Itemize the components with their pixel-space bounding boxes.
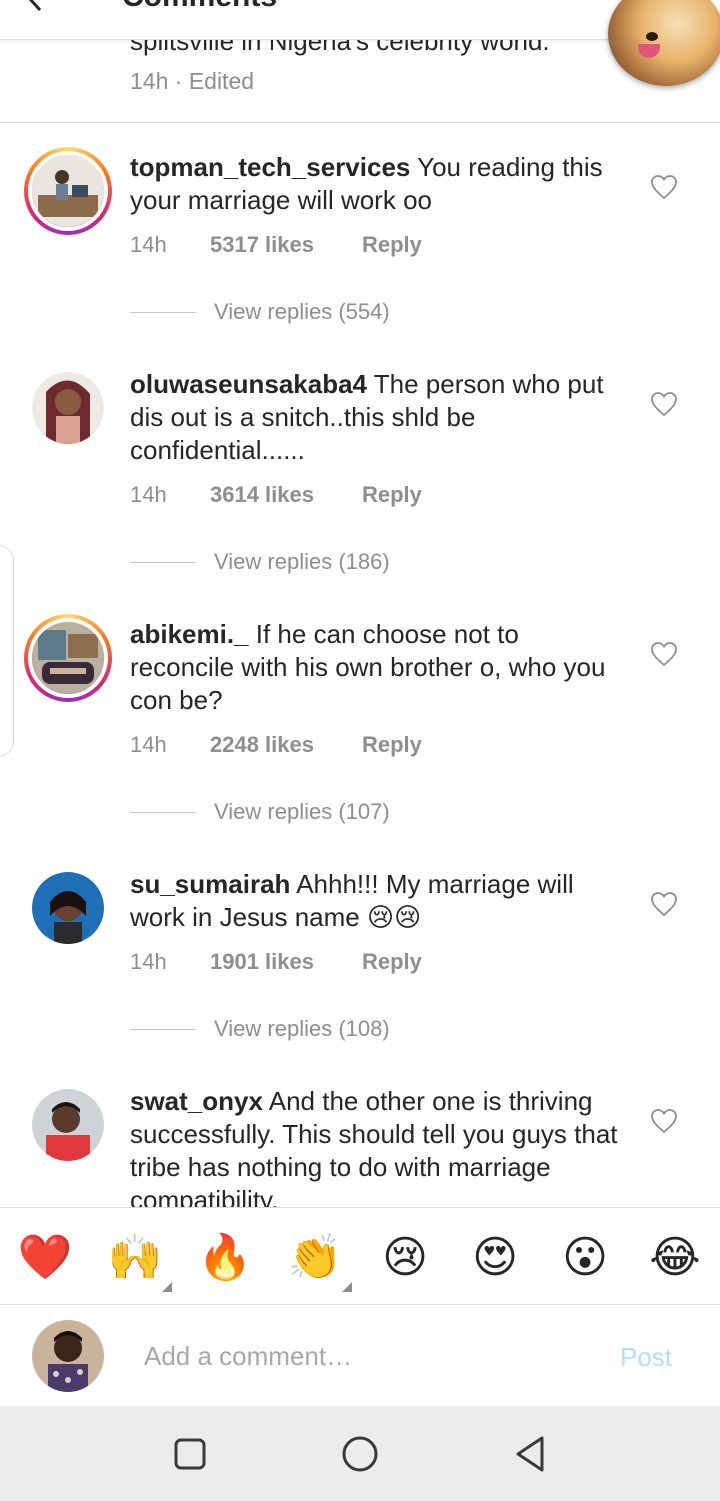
skin-tone-indicator	[162, 1282, 172, 1292]
view-replies-label[interactable]: View replies (107)	[214, 799, 390, 825]
reply-button[interactable]: Reply	[362, 949, 422, 975]
view-replies[interactable]: View replies (107)	[130, 799, 390, 825]
view-replies-label[interactable]: View replies (186)	[214, 549, 390, 575]
replies-divider	[130, 1028, 196, 1030]
comment-text: su_sumairah Ahhh!!! My marriage will wor…	[130, 868, 620, 934]
view-replies[interactable]: View replies (108)	[130, 1016, 390, 1042]
post-author-avatar[interactable]	[608, 0, 720, 86]
avatar	[28, 151, 108, 231]
like-heart-icon[interactable]	[650, 391, 678, 417]
comment-username[interactable]: topman_tech_services	[130, 152, 410, 182]
avatar[interactable]	[32, 372, 104, 444]
avatar[interactable]	[32, 1089, 104, 1161]
comment-likes[interactable]: 1901 likes	[210, 949, 362, 975]
raising-hands-emoji[interactable]: 🙌	[107, 1230, 163, 1286]
replies-divider	[130, 561, 196, 563]
story-ring[interactable]	[24, 147, 112, 235]
comment-likes[interactable]: 2248 likes	[210, 732, 362, 758]
comment-text: swat_onyx And the other one is thriving …	[130, 1085, 620, 1207]
comment-text: oluwaseunsakaba4 The person who put dis …	[130, 368, 620, 467]
comment-time: 14h	[130, 232, 167, 257]
current-user-avatar	[32, 1320, 104, 1392]
comment-input[interactable]	[144, 1336, 584, 1376]
recent-apps-icon[interactable]	[170, 1434, 210, 1474]
view-replies[interactable]: View replies (186)	[130, 549, 390, 575]
comment-meta: 14h 2248 likes Reply	[130, 732, 422, 758]
comment-time: 14h	[130, 732, 167, 757]
view-replies-label[interactable]: View replies (108)	[214, 1016, 390, 1042]
avatar[interactable]	[32, 872, 104, 944]
reply-button[interactable]: Reply	[362, 232, 422, 258]
astonished-face-emoji[interactable]: 😮	[557, 1230, 613, 1286]
story-ring[interactable]	[24, 614, 112, 702]
comment-text: topman_tech_services You reading this yo…	[130, 151, 620, 217]
view-replies[interactable]: View replies (554)	[130, 299, 390, 325]
reply-button[interactable]: Reply	[362, 482, 422, 508]
reply-button[interactable]: Reply	[362, 732, 422, 758]
comment-likes[interactable]: 5317 likes	[210, 232, 362, 258]
back-triangle-icon[interactable]	[510, 1434, 550, 1474]
replies-divider	[130, 311, 196, 313]
side-drawer-handle[interactable]	[0, 545, 14, 757]
comment-time: 14h	[130, 482, 167, 507]
view-replies-label[interactable]: View replies (554)	[214, 299, 390, 325]
comment-username[interactable]: su_sumairah	[130, 869, 290, 899]
crying-face-emoji[interactable]: 😢	[377, 1230, 433, 1286]
comment-meta: 14h 3614 likes Reply	[130, 482, 422, 508]
caption-meta: 14h · Edited	[130, 68, 255, 94]
back-arrow-icon[interactable]	[22, 0, 52, 14]
like-heart-icon[interactable]	[650, 641, 678, 667]
comment-time: 14h	[130, 949, 167, 974]
heart-eyes-emoji[interactable]: 😍	[467, 1230, 523, 1286]
post-button[interactable]: Post	[620, 1342, 672, 1373]
like-heart-icon[interactable]	[650, 1108, 678, 1134]
home-icon[interactable]	[340, 1434, 380, 1474]
page-title: Comments	[122, 0, 277, 14]
replies-divider	[130, 811, 196, 813]
comment-text: abikemi._ If he can choose not to reconc…	[130, 618, 620, 717]
comments-list[interactable]: topman_tech_services You reading this yo…	[0, 123, 720, 1207]
tears-of-joy-emoji[interactable]: 😂	[647, 1230, 703, 1286]
comment-meta: 14h 1901 likes Reply	[130, 949, 422, 975]
emoji-reaction-bar: ❤️ 🙌 🔥 👏 😢 😍 😮 😂	[0, 1207, 720, 1305]
comment-username[interactable]: swat_onyx	[130, 1086, 263, 1116]
avatar	[28, 618, 108, 698]
fire-emoji[interactable]: 🔥	[197, 1230, 253, 1286]
comment-likes[interactable]: 3614 likes	[210, 482, 362, 508]
clapping-hands-emoji[interactable]: 👏	[287, 1230, 343, 1286]
system-navigation-bar	[0, 1406, 720, 1501]
like-heart-icon[interactable]	[650, 891, 678, 917]
like-heart-icon[interactable]	[650, 174, 678, 200]
red-heart-emoji[interactable]: ❤️	[17, 1230, 73, 1286]
comment-meta: 14h 5317 likes Reply	[130, 232, 422, 258]
skin-tone-indicator	[342, 1282, 352, 1292]
comment-username[interactable]: abikemi._	[130, 619, 249, 649]
comment-composer: Post	[0, 1306, 720, 1406]
comment-username[interactable]: oluwaseunsakaba4	[130, 369, 367, 399]
